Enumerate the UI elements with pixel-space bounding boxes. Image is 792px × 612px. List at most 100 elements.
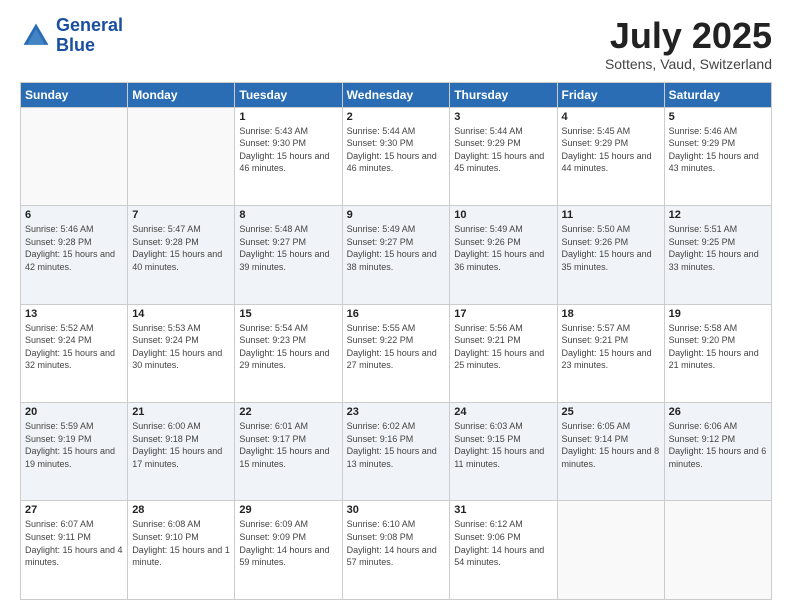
- logo-icon: [20, 20, 52, 52]
- day-number: 9: [347, 209, 446, 221]
- day-number: 21: [132, 406, 230, 418]
- day-number: 28: [132, 504, 230, 516]
- day-info: Sunrise: 5:48 AM Sunset: 9:27 PM Dayligh…: [239, 223, 337, 273]
- day-number: 8: [239, 209, 337, 221]
- calendar-week-row: 1 Sunrise: 5:43 AM Sunset: 9:30 PM Daylig…: [21, 107, 772, 205]
- location: Sottens, Vaud, Switzerland: [605, 56, 772, 72]
- table-row: 21 Sunrise: 6:00 AM Sunset: 9:18 PM Dayli…: [128, 403, 235, 501]
- day-info: Sunrise: 5:46 AM Sunset: 9:28 PM Dayligh…: [25, 223, 123, 273]
- day-info: Sunrise: 5:59 AM Sunset: 9:19 PM Dayligh…: [25, 420, 123, 470]
- table-row: 8 Sunrise: 5:48 AM Sunset: 9:27 PM Daylig…: [235, 206, 342, 304]
- day-number: 6: [25, 209, 123, 221]
- table-row: 7Sunrise: 5:47 AM Sunset: 9:28 PM Daylig…: [128, 206, 235, 304]
- table-row: 31Sunrise: 6:12 AM Sunset: 9:06 PM Dayli…: [450, 501, 557, 600]
- day-info: Sunrise: 5:45 AM Sunset: 9:29 PM Dayligh…: [562, 125, 660, 175]
- calendar-week-row: 27Sunrise: 6:07 AM Sunset: 9:11 PM Dayli…: [21, 501, 772, 600]
- table-row: [664, 501, 771, 600]
- day-info: Sunrise: 5:52 AM Sunset: 9:24 PM Dayligh…: [25, 322, 123, 372]
- table-row: 5Sunrise: 5:46 AM Sunset: 9:29 PM Daylig…: [664, 107, 771, 205]
- day-info: Sunrise: 6:02 AM Sunset: 9:16 PM Dayligh…: [347, 420, 446, 470]
- header-saturday: Saturday: [664, 82, 771, 107]
- table-row: 28 Sunrise: 6:08 AM Sunset: 9:10 PM Dayli…: [128, 501, 235, 600]
- calendar-week-row: 6 Sunrise: 5:46 AM Sunset: 9:28 PM Daylig…: [21, 206, 772, 304]
- header-friday: Friday: [557, 82, 664, 107]
- header: General Blue July 2025 Sottens, Vaud, Sw…: [20, 16, 772, 72]
- day-info: Sunrise: 6:03 AM Sunset: 9:15 PM Dayligh…: [454, 420, 552, 470]
- table-row: 14Sunrise: 5:53 AM Sunset: 9:24 PM Dayli…: [128, 304, 235, 402]
- day-info: Sunrise: 5:51 AM Sunset: 9:25 PM Dayligh…: [669, 223, 767, 273]
- day-info: Sunrise: 5:47 AM Sunset: 9:28 PM Dayligh…: [132, 223, 230, 273]
- table-row: [21, 107, 128, 205]
- day-number: 16: [347, 308, 446, 320]
- day-info: Sunrise: 5:54 AM Sunset: 9:23 PM Dayligh…: [239, 322, 337, 372]
- table-row: 15 Sunrise: 5:54 AM Sunset: 9:23 PM Dayli…: [235, 304, 342, 402]
- day-info: Sunrise: 5:50 AM Sunset: 9:26 PM Dayligh…: [562, 223, 660, 273]
- header-wednesday: Wednesday: [342, 82, 450, 107]
- table-row: 1 Sunrise: 5:43 AM Sunset: 9:30 PM Daylig…: [235, 107, 342, 205]
- day-number: 11: [562, 209, 660, 221]
- table-row: 11 Sunrise: 5:50 AM Sunset: 9:26 PM Dayli…: [557, 206, 664, 304]
- header-monday: Monday: [128, 82, 235, 107]
- day-info: Sunrise: 5:49 AM Sunset: 9:27 PM Dayligh…: [347, 223, 446, 273]
- day-info: Sunrise: 5:49 AM Sunset: 9:26 PM Dayligh…: [454, 223, 552, 273]
- calendar-week-row: 13 Sunrise: 5:52 AM Sunset: 9:24 PM Dayli…: [21, 304, 772, 402]
- header-thursday: Thursday: [450, 82, 557, 107]
- day-number: 5: [669, 111, 767, 123]
- day-number: 1: [239, 111, 337, 123]
- table-row: 18Sunrise: 5:57 AM Sunset: 9:21 PM Dayli…: [557, 304, 664, 402]
- day-number: 17: [454, 308, 552, 320]
- table-row: 24Sunrise: 6:03 AM Sunset: 9:15 PM Dayli…: [450, 403, 557, 501]
- table-row: 30 Sunrise: 6:10 AM Sunset: 9:08 PM Dayli…: [342, 501, 450, 600]
- day-number: 3: [454, 111, 552, 123]
- day-number: 30: [347, 504, 446, 516]
- day-number: 26: [669, 406, 767, 418]
- table-row: 27Sunrise: 6:07 AM Sunset: 9:11 PM Dayli…: [21, 501, 128, 600]
- day-info: Sunrise: 6:05 AM Sunset: 9:14 PM Dayligh…: [562, 420, 660, 470]
- day-number: 4: [562, 111, 660, 123]
- day-number: 20: [25, 406, 123, 418]
- day-number: 14: [132, 308, 230, 320]
- table-row: 19Sunrise: 5:58 AM Sunset: 9:20 PM Dayli…: [664, 304, 771, 402]
- calendar: Sunday Monday Tuesday Wednesday Thursday…: [20, 82, 772, 600]
- calendar-header-row: Sunday Monday Tuesday Wednesday Thursday…: [21, 82, 772, 107]
- day-number: 19: [669, 308, 767, 320]
- day-number: 18: [562, 308, 660, 320]
- calendar-week-row: 20 Sunrise: 5:59 AM Sunset: 9:19 PM Dayli…: [21, 403, 772, 501]
- table-row: 13 Sunrise: 5:52 AM Sunset: 9:24 PM Dayli…: [21, 304, 128, 402]
- table-row: 4 Sunrise: 5:45 AM Sunset: 9:29 PM Daylig…: [557, 107, 664, 205]
- header-tuesday: Tuesday: [235, 82, 342, 107]
- day-info: Sunrise: 6:10 AM Sunset: 9:08 PM Dayligh…: [347, 518, 446, 568]
- table-row: 12 Sunrise: 5:51 AM Sunset: 9:25 PM Dayli…: [664, 206, 771, 304]
- day-number: 22: [239, 406, 337, 418]
- day-number: 13: [25, 308, 123, 320]
- table-row: 22 Sunrise: 6:01 AM Sunset: 9:17 PM Dayli…: [235, 403, 342, 501]
- table-row: 20 Sunrise: 5:59 AM Sunset: 9:19 PM Dayli…: [21, 403, 128, 501]
- day-info: Sunrise: 6:01 AM Sunset: 9:17 PM Dayligh…: [239, 420, 337, 470]
- day-number: 25: [562, 406, 660, 418]
- day-info: Sunrise: 5:55 AM Sunset: 9:22 PM Dayligh…: [347, 322, 446, 372]
- table-row: 25 Sunrise: 6:05 AM Sunset: 9:14 PM Dayli…: [557, 403, 664, 501]
- day-number: 10: [454, 209, 552, 221]
- day-info: Sunrise: 6:09 AM Sunset: 9:09 PM Dayligh…: [239, 518, 337, 568]
- day-number: 12: [669, 209, 767, 221]
- day-number: 2: [347, 111, 446, 123]
- table-row: 17 Sunrise: 5:56 AM Sunset: 9:21 PM Dayli…: [450, 304, 557, 402]
- day-info: Sunrise: 5:43 AM Sunset: 9:30 PM Dayligh…: [239, 125, 337, 175]
- logo-text: General Blue: [56, 16, 123, 56]
- logo: General Blue: [20, 16, 123, 56]
- day-number: 29: [239, 504, 337, 516]
- day-info: Sunrise: 6:06 AM Sunset: 9:12 PM Dayligh…: [669, 420, 767, 470]
- table-row: 3 Sunrise: 5:44 AM Sunset: 9:29 PM Daylig…: [450, 107, 557, 205]
- day-info: Sunrise: 6:00 AM Sunset: 9:18 PM Dayligh…: [132, 420, 230, 470]
- page: General Blue July 2025 Sottens, Vaud, Sw…: [0, 0, 792, 612]
- day-info: Sunrise: 6:08 AM Sunset: 9:10 PM Dayligh…: [132, 518, 230, 568]
- day-info: Sunrise: 5:56 AM Sunset: 9:21 PM Dayligh…: [454, 322, 552, 372]
- table-row: 10 Sunrise: 5:49 AM Sunset: 9:26 PM Dayli…: [450, 206, 557, 304]
- table-row: 16 Sunrise: 5:55 AM Sunset: 9:22 PM Dayli…: [342, 304, 450, 402]
- day-info: Sunrise: 5:44 AM Sunset: 9:29 PM Dayligh…: [454, 125, 552, 175]
- table-row: [557, 501, 664, 600]
- day-info: Sunrise: 6:07 AM Sunset: 9:11 PM Dayligh…: [25, 518, 123, 568]
- table-row: 29 Sunrise: 6:09 AM Sunset: 9:09 PM Dayli…: [235, 501, 342, 600]
- table-row: 23Sunrise: 6:02 AM Sunset: 9:16 PM Dayli…: [342, 403, 450, 501]
- day-number: 15: [239, 308, 337, 320]
